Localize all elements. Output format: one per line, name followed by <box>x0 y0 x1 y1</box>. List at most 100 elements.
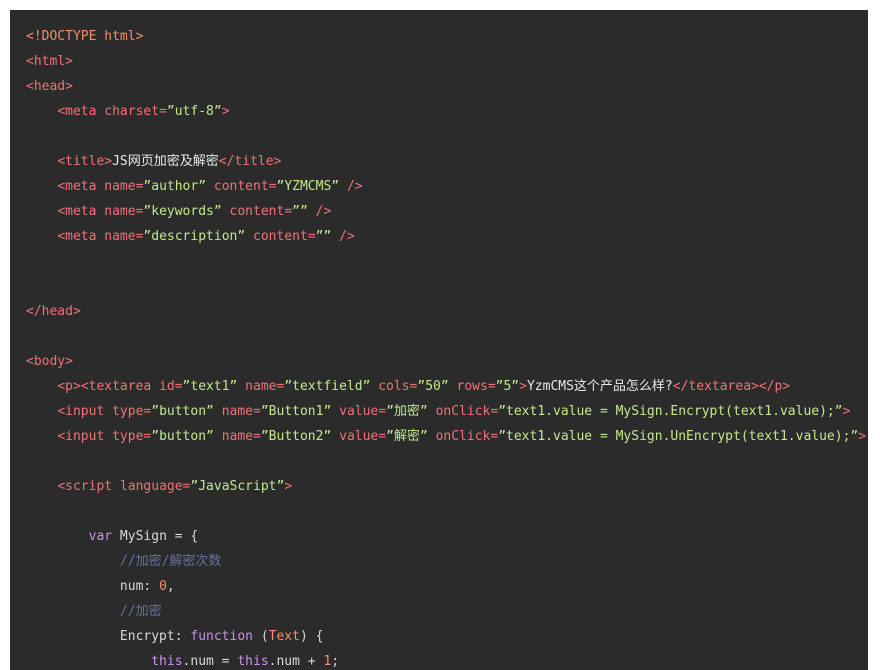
code-token: content= <box>206 179 276 194</box>
code-token: ”” <box>292 204 308 219</box>
code-indent <box>26 229 57 244</box>
code-indent <box>26 104 57 119</box>
code-token: ”textfield” <box>284 379 370 394</box>
code-token: ”button” <box>151 429 214 444</box>
code-indent <box>26 529 89 544</box>
code-token: > <box>222 104 230 119</box>
code-token: name= <box>214 429 261 444</box>
code-line[interactable]: //加密 <box>10 599 868 624</box>
code-token: <meta <box>57 104 104 119</box>
code-token: charset= <box>104 104 167 119</box>
code-line[interactable] <box>10 499 868 524</box>
code-line[interactable]: <meta name=”author” content=”YZMCMS” /> <box>10 174 868 199</box>
code-lines-container: <!DOCTYPE html> <html> <head> <meta charse… <box>10 24 868 670</box>
code-line[interactable]: <html> <box>10 49 868 74</box>
code-token: //加密/解密次数 <box>120 554 221 569</box>
code-token: ”utf-8” <box>167 104 222 119</box>
code-token: Encrypt: <box>120 629 190 644</box>
code-line[interactable]: <p><textarea id=”text1” name=”textfield”… <box>10 374 868 399</box>
code-token: <meta <box>57 229 104 244</box>
code-token: ) { <box>300 629 323 644</box>
code-token: <head> <box>26 79 73 94</box>
code-line[interactable]: <script language=”JavaScript”> <box>10 474 868 499</box>
code-line[interactable]: this.num = this.num + 1; <box>10 649 868 670</box>
code-line[interactable] <box>10 249 868 274</box>
code-token: var <box>89 529 112 544</box>
code-token: YzmCMS这个产品怎么样? <box>527 379 673 394</box>
code-line[interactable]: num: 0, <box>10 574 868 599</box>
code-line[interactable]: <meta charset=”utf-8”> <box>10 99 868 124</box>
code-token: value= <box>331 429 386 444</box>
code-token: this <box>237 654 268 669</box>
code-token: name= <box>237 379 284 394</box>
code-line[interactable]: <input type=”button” name=”Button2” valu… <box>10 424 868 449</box>
code-line[interactable]: Encrypt: function (Text) { <box>10 624 868 649</box>
code-token: ”text1.value = MySign.Encrypt(text1.valu… <box>498 404 842 419</box>
code-token: ”keywords” <box>143 204 221 219</box>
code-token: ( <box>253 629 269 644</box>
code-line[interactable]: <!DOCTYPE html> <box>10 24 868 49</box>
code-line[interactable]: <meta name=”description” content=”” /> <box>10 224 868 249</box>
code-token: <!DOCTYPE html> <box>26 29 143 44</box>
code-line[interactable]: var MySign = { <box>10 524 868 549</box>
code-token: /> <box>331 229 354 244</box>
code-token: id= <box>159 379 182 394</box>
code-token: 0 <box>159 579 167 594</box>
code-token: JS网页加密及解密 <box>112 154 219 169</box>
code-token: > <box>843 404 851 419</box>
code-line[interactable]: <title>JS网页加密及解密</title> <box>10 149 868 174</box>
code-token: MySign = { <box>112 529 198 544</box>
code-line[interactable] <box>10 449 868 474</box>
code-token: > <box>284 479 292 494</box>
code-line[interactable]: <body> <box>10 349 868 374</box>
code-token: name= <box>104 204 143 219</box>
code-line[interactable]: <input type=”button” name=”Button1” valu… <box>10 399 868 424</box>
code-token: cols= <box>370 379 417 394</box>
code-token: name= <box>104 179 143 194</box>
code-token: </head> <box>26 304 81 319</box>
code-token: <script <box>57 479 120 494</box>
code-token: ”JavaScript” <box>190 479 284 494</box>
code-token: > <box>519 379 527 394</box>
code-indent <box>26 479 57 494</box>
code-line[interactable] <box>10 274 868 299</box>
code-token: ”text1” <box>183 379 238 394</box>
code-token: ”5” <box>496 379 519 394</box>
code-token: type= <box>112 404 151 419</box>
code-token: content= <box>222 204 292 219</box>
code-line[interactable]: <meta name=”keywords” content=”” /> <box>10 199 868 224</box>
code-token: </title> <box>219 154 282 169</box>
code-token: content= <box>245 229 315 244</box>
code-token: ”解密” <box>386 429 428 444</box>
code-token: <meta <box>57 179 104 194</box>
code-token: ”” <box>316 229 332 244</box>
code-editor-pane[interactable]: <!DOCTYPE html> <html> <head> <meta charse… <box>10 10 868 670</box>
code-indent <box>26 654 151 669</box>
code-token: ”button” <box>151 404 214 419</box>
code-token: function <box>190 629 253 644</box>
code-token: /> <box>308 204 331 219</box>
code-token: ”description” <box>143 229 245 244</box>
code-indent <box>26 379 57 394</box>
code-line[interactable] <box>10 324 868 349</box>
code-token: <input <box>57 429 112 444</box>
code-token: ”50” <box>417 379 448 394</box>
code-token: name= <box>104 229 143 244</box>
code-indent <box>26 429 57 444</box>
code-token: .num + <box>269 654 324 669</box>
code-token: > <box>858 429 866 444</box>
code-indent <box>26 404 57 419</box>
code-line[interactable]: <head> <box>10 74 868 99</box>
code-token: <input <box>57 404 112 419</box>
code-line[interactable] <box>10 124 868 149</box>
code-indent <box>26 629 120 644</box>
code-token: ”YZMCMS” <box>277 179 340 194</box>
code-token: this <box>151 654 182 669</box>
code-line[interactable]: //加密/解密次数 <box>10 549 868 574</box>
code-token: <title> <box>57 154 112 169</box>
code-line[interactable]: </head> <box>10 299 868 324</box>
code-indent <box>26 179 57 194</box>
code-token: .num = <box>183 654 238 669</box>
code-token: rows= <box>449 379 496 394</box>
code-token: <html> <box>26 54 73 69</box>
